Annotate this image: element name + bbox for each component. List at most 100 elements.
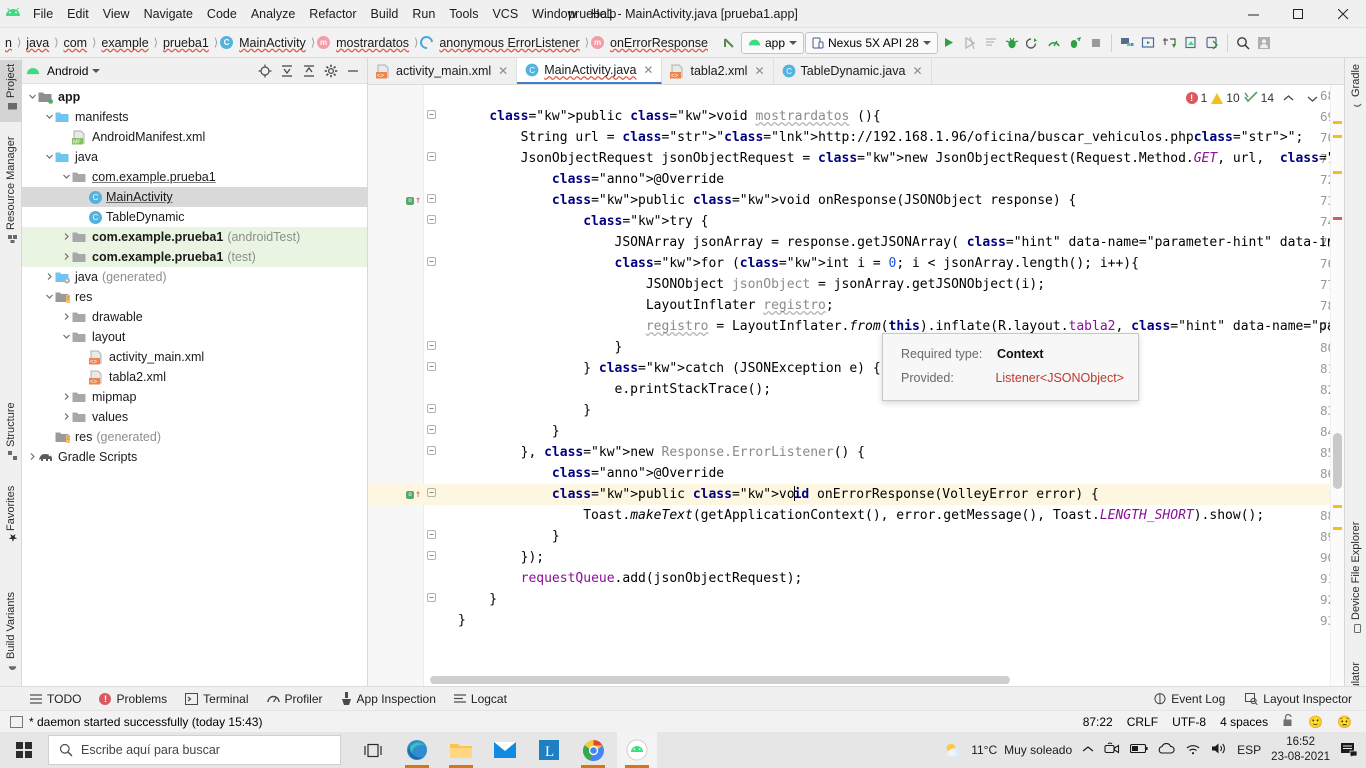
warning-count[interactable]: 10	[1211, 91, 1240, 105]
chevron-down-icon[interactable]	[1302, 88, 1322, 108]
taskbar-app-edge[interactable]	[397, 732, 437, 768]
menu-view[interactable]: View	[96, 0, 137, 28]
tree-node-res[interactable]: res	[22, 287, 367, 307]
happy-face-icon[interactable]: 🙂	[1308, 715, 1323, 729]
stripe-mark-warning[interactable]	[1333, 121, 1342, 124]
breadcrumb-item-anonymous[interactable]: anonymous ErrorListener	[417, 33, 582, 52]
layout-inspector-icon[interactable]	[1181, 32, 1201, 54]
menu-edit[interactable]: Edit	[60, 0, 96, 28]
code-line[interactable]: class="kw">public class="kw">void onResp…	[438, 190, 1344, 211]
code-line[interactable]: class="kw">try {	[438, 211, 1344, 232]
code-line[interactable]: class="kw">public class="kw">void onErro…	[438, 484, 1344, 505]
implementing-method-marker-icon[interactable]: o ↑	[406, 190, 422, 211]
battery-icon[interactable]	[1130, 743, 1148, 757]
tree-node-java[interactable]: java (generated)	[22, 267, 367, 287]
code-line[interactable]: }	[438, 421, 1344, 442]
stripe-mark-warning[interactable]	[1333, 135, 1342, 138]
fold-toggle-icon[interactable]	[424, 337, 438, 358]
tool-button-problems[interactable]: ! Problems	[99, 692, 167, 706]
menu-help[interactable]: Help	[584, 0, 624, 28]
sad-face-icon[interactable]: 😟	[1337, 715, 1352, 729]
code-line[interactable]: }	[438, 400, 1344, 421]
device-file-explorer-icon[interactable]	[1202, 32, 1222, 54]
language-indicator[interactable]: ESP	[1237, 743, 1261, 757]
run-with-coverage-icon[interactable]	[1065, 32, 1085, 54]
chevron-right-icon[interactable]	[60, 392, 72, 403]
code-line[interactable]: }, class="kw">new Response.ErrorListener…	[438, 442, 1344, 463]
chevron-down-icon[interactable]	[60, 332, 72, 343]
profiler-icon[interactable]	[1044, 32, 1064, 54]
expand-all-icon[interactable]	[277, 61, 297, 81]
tree-node-drawable[interactable]: drawable	[22, 307, 367, 327]
menu-tools[interactable]: Tools	[442, 0, 485, 28]
breadcrumb-item-2[interactable]: com	[60, 36, 90, 50]
taskbar-app-mail[interactable]	[485, 732, 525, 768]
tree-node-manifests[interactable]: manifests	[22, 107, 367, 127]
fold-toggle-icon[interactable]	[424, 442, 438, 463]
menu-file[interactable]: File	[26, 0, 60, 28]
fold-toggle-icon[interactable]	[424, 400, 438, 421]
breadcrumb-item-0[interactable]: n	[2, 36, 15, 50]
attach-debugger-icon[interactable]	[1023, 32, 1043, 54]
breadcrumb-item-mainactivity[interactable]: C MainActivity	[220, 36, 309, 50]
chevron-down-icon[interactable]	[26, 92, 38, 103]
hide-panel-icon[interactable]	[343, 61, 363, 81]
taskbar-app-buttons[interactable]: L	[353, 732, 657, 768]
breadcrumb-item-onerrorresponse[interactable]: m onErrorResponse	[591, 36, 711, 50]
device-selector[interactable]: Nexus 5X API 28	[805, 31, 938, 54]
tool-window-gradle[interactable]: Gradle	[1345, 60, 1366, 116]
code-line[interactable]: JSONArray jsonArray = response.getJSONAr…	[438, 232, 1344, 253]
tree-node-values[interactable]: values	[22, 407, 367, 427]
editor-tab-tabledynamic-java[interactable]: C TableDynamic.java ✕	[774, 58, 932, 84]
code-line[interactable]: requestQueue.add(jsonObjectRequest);	[438, 568, 1344, 589]
editor-tab-mainactivity-java[interactable]: C MainActivity.java ✕	[517, 58, 663, 84]
fold-toggle-icon[interactable]	[424, 589, 438, 610]
caret-position[interactable]: 87:22	[1083, 715, 1113, 729]
breadcrumb-item-4[interactable]: prueba1	[160, 36, 212, 50]
close-icon[interactable]: ✕	[498, 64, 508, 78]
stripe-mark-error[interactable]	[1333, 217, 1342, 220]
chevron-up-icon[interactable]	[1278, 88, 1298, 108]
gear-icon[interactable]	[321, 61, 341, 81]
tool-button-profiler[interactable]: Profiler	[266, 692, 323, 706]
unlocked-icon[interactable]	[1282, 713, 1294, 730]
taskbar-app-chrome[interactable]	[573, 732, 613, 768]
code-line[interactable]: });	[438, 547, 1344, 568]
tool-window-build-variants[interactable]: Build Variants	[0, 588, 22, 680]
weather-widget[interactable]: 11°C Muy soleado	[944, 741, 1072, 759]
chevron-down-icon[interactable]	[43, 152, 55, 163]
fold-toggle-icon[interactable]	[424, 421, 438, 442]
debug-icon[interactable]	[1002, 32, 1022, 54]
wifi-icon[interactable]	[1185, 743, 1201, 758]
onedrive-icon[interactable]	[1158, 743, 1175, 757]
close-icon[interactable]: ✕	[643, 63, 653, 77]
volume-icon[interactable]	[1211, 742, 1227, 758]
fold-toggle-icon[interactable]	[424, 253, 438, 274]
chevron-right-icon[interactable]	[60, 252, 72, 263]
menu-window[interactable]: Window	[525, 0, 583, 28]
chevron-right-icon[interactable]	[60, 412, 72, 423]
start-button[interactable]	[0, 732, 48, 768]
taskbar-app-l[interactable]: L	[529, 732, 569, 768]
taskbar-app-android-studio[interactable]	[617, 732, 657, 768]
task-view-icon[interactable]	[353, 732, 393, 768]
stripe-mark-warning[interactable]	[1333, 505, 1342, 508]
code-line[interactable]: class="kw">for (class="kw">int i = 0; i …	[438, 253, 1344, 274]
fold-toggle-icon[interactable]	[424, 358, 438, 379]
breadcrumb[interactable]: n ⟩ java ⟩ com ⟩ example ⟩ prueba1 ⟩ C M…	[0, 33, 711, 52]
close-button[interactable]	[1321, 0, 1366, 28]
close-icon[interactable]: ✕	[754, 64, 764, 78]
chevron-right-icon[interactable]	[60, 232, 72, 243]
tool-window-favorites[interactable]: ★ Favorites	[0, 482, 22, 554]
back-arrow-icon[interactable]	[719, 32, 740, 54]
taskbar-clock[interactable]: 16:52 23-08-2021	[1271, 735, 1330, 765]
menu-run[interactable]: Run	[405, 0, 442, 28]
tool-button-app-inspection[interactable]: App Inspection	[341, 692, 436, 706]
show-hidden-icons[interactable]	[1082, 743, 1094, 757]
close-icon[interactable]: ✕	[912, 64, 922, 78]
indent-setting[interactable]: 4 spaces	[1220, 715, 1268, 729]
tree-node-java[interactable]: java	[22, 147, 367, 167]
vertical-scrollbar[interactable]	[1333, 433, 1342, 489]
editor-tab-bar[interactable]: <> activity_main.xml ✕ C MainActivity.java ✕ <…	[368, 58, 1344, 85]
fold-toggle-icon[interactable]	[424, 211, 438, 232]
